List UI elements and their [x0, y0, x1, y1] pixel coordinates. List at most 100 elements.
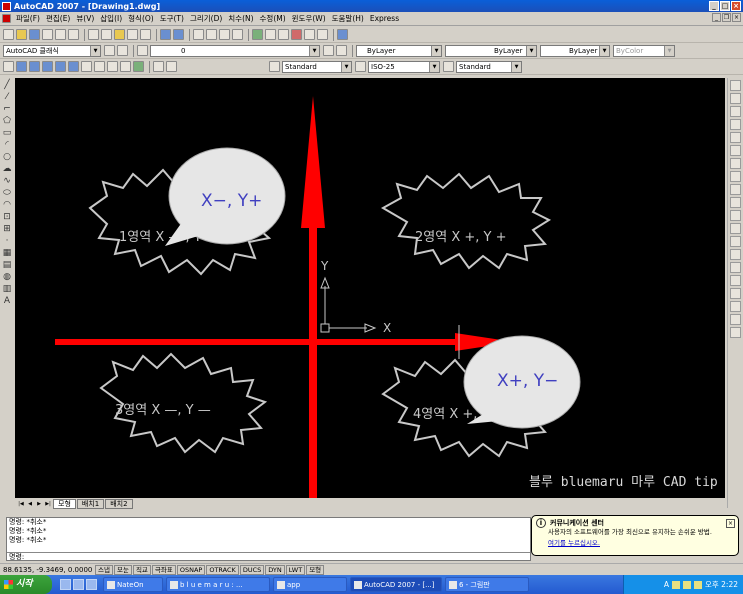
color-dropdown[interactable]: ByLayer [356, 44, 442, 57]
right-view-icon[interactable] [55, 61, 66, 72]
balloon-close-button[interactable]: × [726, 519, 735, 528]
workspace-dropdown[interactable]: AutoCAD 클래식 [3, 44, 101, 57]
start-button[interactable]: 시작 [0, 575, 52, 594]
polygon-icon[interactable]: ⬠ [2, 116, 12, 126]
tray-icon[interactable] [682, 580, 691, 589]
text-style-dropdown[interactable]: Standard [282, 60, 352, 73]
break-icon[interactable] [730, 223, 741, 234]
dim-style-dropdown[interactable]: ISO-25 [368, 60, 440, 73]
menu-window[interactable]: 윈도우(W) [289, 13, 329, 24]
paste-icon[interactable] [114, 29, 125, 40]
block-editor-icon[interactable] [140, 29, 151, 40]
grid-button[interactable]: 모눈 [113, 564, 132, 575]
render-icon[interactable] [94, 61, 105, 72]
workspace-settings-icon[interactable] [104, 45, 115, 56]
close-button[interactable]: × [731, 1, 741, 11]
ucs-icon[interactable] [153, 61, 164, 72]
camera-icon[interactable] [107, 61, 118, 72]
task-autocad[interactable]: AutoCAD 2007 - [...] [350, 577, 442, 592]
revision-cloud-icon[interactable]: ☁ [2, 164, 12, 174]
open-file-icon[interactable] [16, 29, 27, 40]
publish-icon[interactable] [68, 29, 79, 40]
media-icon[interactable] [86, 579, 97, 590]
coordinates-readout[interactable]: 88.6135, -9.3469, 0.0000 [3, 566, 95, 574]
doc-minimize-button[interactable]: _ [712, 13, 721, 22]
dyn-button[interactable]: DYN [265, 564, 285, 575]
text-style-icon[interactable] [269, 61, 280, 72]
offset-icon[interactable] [730, 119, 741, 130]
command-prompt[interactable]: 명령: [7, 552, 530, 562]
drawing-area[interactable]: Y X 1영역 X — , Y + 2영역 X +, Y + 3영역 X —, … [15, 78, 725, 498]
shade-icon[interactable] [81, 61, 92, 72]
drawing-icon[interactable] [2, 14, 11, 23]
ortho-button[interactable]: 직교 [132, 564, 151, 575]
tab-layout2[interactable]: 배치2 [105, 498, 133, 509]
table-icon[interactable]: ▥ [2, 284, 12, 294]
orbit-icon[interactable] [120, 61, 131, 72]
left-view-icon[interactable] [42, 61, 53, 72]
top-view-icon[interactable] [16, 61, 27, 72]
tab-next-icon[interactable]: ▶ [35, 500, 43, 508]
maximize-button[interactable]: □ [720, 1, 730, 11]
menu-view[interactable]: 뷰(V) [73, 13, 97, 24]
workspace-save-icon[interactable] [117, 45, 128, 56]
plot-preview-icon[interactable] [55, 29, 66, 40]
pan-icon[interactable] [193, 29, 204, 40]
design-center-icon[interactable] [265, 29, 276, 40]
snap-button[interactable]: 스냅 [95, 564, 113, 575]
tool-palettes-icon[interactable] [278, 29, 289, 40]
menu-draw[interactable]: 그리기(D) [187, 13, 225, 24]
tab-first-icon[interactable]: |◀ [17, 500, 25, 508]
polar-button[interactable]: 극좌표 [151, 564, 176, 575]
view-icon[interactable] [3, 61, 14, 72]
tab-last-icon[interactable]: ▶| [44, 500, 52, 508]
copy-object-icon[interactable] [730, 93, 741, 104]
task-blog[interactable]: b l u e m a r u : ... [166, 577, 270, 592]
chamfer-icon[interactable] [730, 249, 741, 260]
otrack-button[interactable]: OTRACK [206, 564, 239, 575]
model-button[interactable]: 모형 [306, 564, 325, 575]
menu-edit[interactable]: 편집(E) [43, 13, 73, 24]
hatch-icon[interactable]: ▦ [2, 248, 12, 258]
zoom-realtime-icon[interactable] [206, 29, 217, 40]
spline-icon[interactable]: ∿ [2, 176, 12, 186]
extend-icon[interactable] [730, 210, 741, 221]
plotstyle-dropdown[interactable]: ByColor [613, 44, 675, 57]
front-view-icon[interactable] [29, 61, 40, 72]
lwt-button[interactable]: LWT [285, 564, 306, 575]
table-style-dropdown[interactable]: Standard [456, 60, 522, 73]
zoom-previous-icon[interactable] [232, 29, 243, 40]
doc-close-button[interactable]: × [732, 13, 741, 22]
menu-dimension[interactable]: 치수(N) [225, 13, 256, 24]
join-icon[interactable] [730, 236, 741, 247]
ellipse-arc-icon[interactable]: ◠ [2, 200, 12, 210]
menu-help[interactable]: 도움말(H) [329, 13, 367, 24]
construction-line-icon[interactable]: ⁄ [2, 92, 12, 102]
menu-express[interactable]: Express [367, 14, 402, 23]
stretch-icon[interactable] [730, 184, 741, 195]
command-window[interactable]: 명령: *취소* 명령: *취소* 명령: *취소* 명령: [6, 517, 531, 561]
save-icon[interactable] [29, 29, 40, 40]
ellipse-icon[interactable]: ⬭ [2, 188, 12, 198]
array-icon[interactable] [730, 132, 741, 143]
tab-model[interactable]: 모형 [53, 498, 76, 509]
cut-icon[interactable] [88, 29, 99, 40]
task-paint[interactable]: 6 - 그림판 [445, 577, 529, 592]
layer-dropdown[interactable]: 0 [150, 44, 320, 57]
menu-insert[interactable]: 삽입(I) [97, 13, 125, 24]
rectangle-icon[interactable]: ▭ [2, 128, 12, 138]
table-style-icon[interactable] [443, 61, 454, 72]
scale-icon[interactable] [730, 171, 741, 182]
quickcalc-icon[interactable] [317, 29, 328, 40]
tab-layout1[interactable]: 배치1 [76, 498, 105, 509]
minimize-button[interactable]: _ [709, 1, 719, 11]
region-icon[interactable]: ◍ [2, 272, 12, 282]
layer-manager-icon[interactable] [137, 45, 148, 56]
new-file-icon[interactable] [3, 29, 14, 40]
sheet-set-icon[interactable] [291, 29, 302, 40]
trim-icon[interactable] [730, 197, 741, 208]
tab-prev-icon[interactable]: ◀ [26, 500, 34, 508]
erase-icon[interactable] [730, 80, 741, 91]
ucs-world-icon[interactable] [166, 61, 177, 72]
ime-icon[interactable]: A [664, 580, 669, 589]
